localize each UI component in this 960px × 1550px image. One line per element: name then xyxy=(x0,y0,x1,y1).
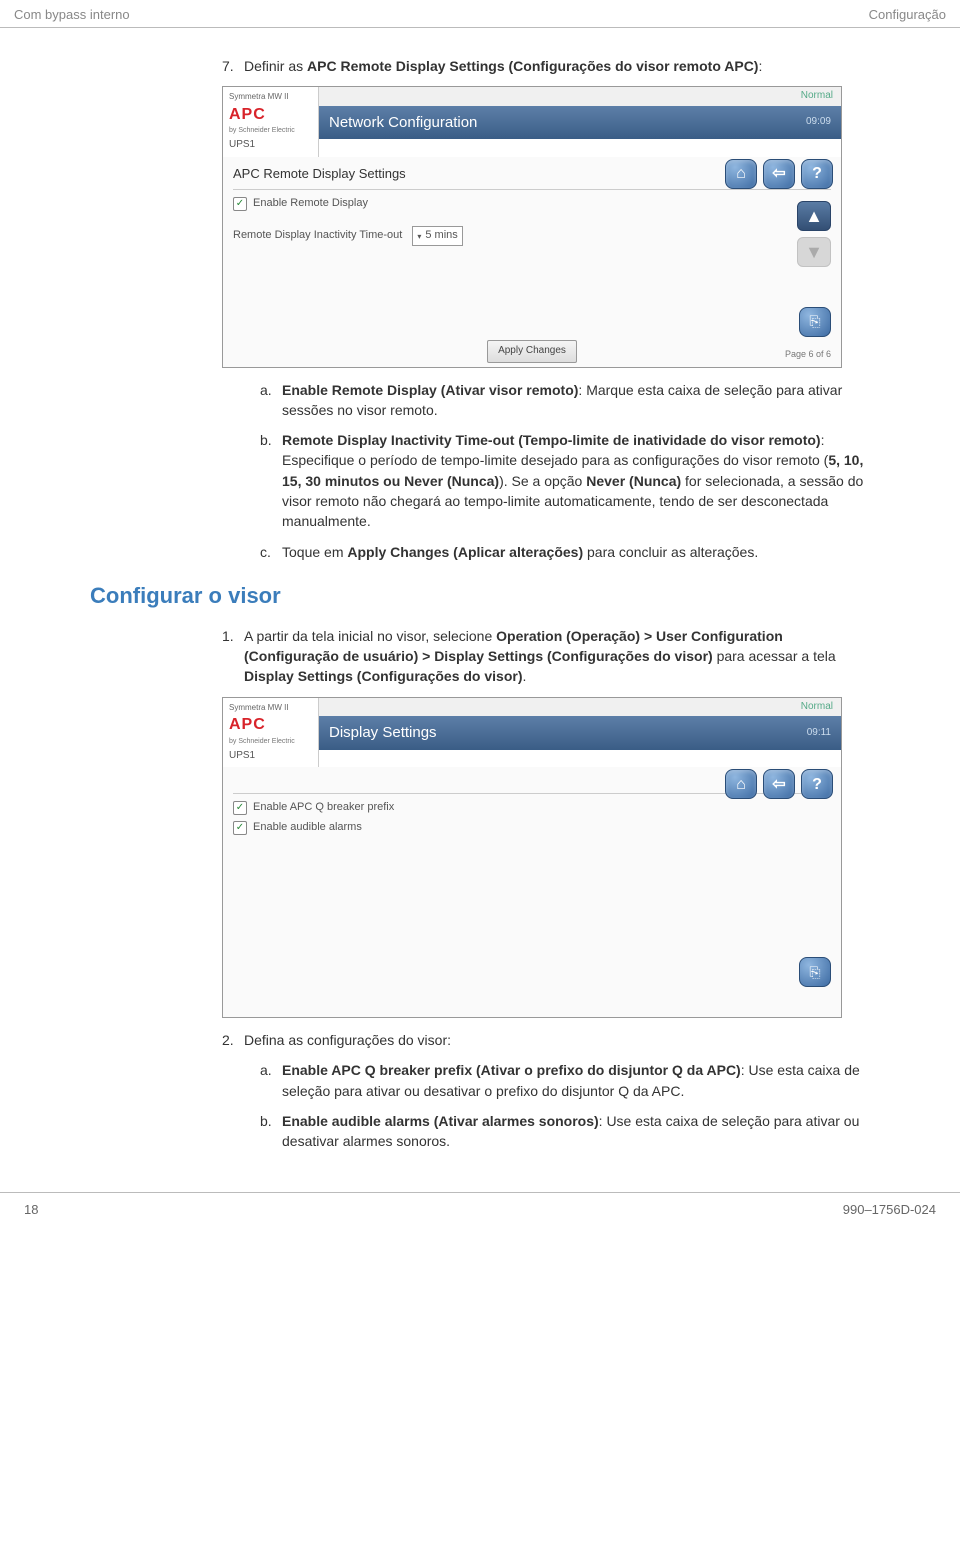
scroll-up-icon[interactable]: ▲ xyxy=(797,201,831,231)
footer-doc-id: 990–1756D-024 xyxy=(843,1201,936,1220)
screenshot-network-config: Symmetra MW II APC by Schneider Electric… xyxy=(222,86,842,367)
ss2-time: 09:11 xyxy=(807,726,831,741)
sub-c: c. Toque em Apply Changes (Aplicar alter… xyxy=(260,542,870,562)
section-heading-configurar: Configurar o visor xyxy=(90,580,870,612)
step7-bold: APC Remote Display Settings (Configuraçõ… xyxy=(307,58,758,74)
sub-b-bold3: Never (Nunca) xyxy=(586,473,681,489)
header-right: Configuração xyxy=(869,6,946,25)
sub2-b-marker: b. xyxy=(260,1111,282,1152)
ss1-ups: UPS1 xyxy=(229,138,312,153)
ss2-brand-top: Symmetra MW II xyxy=(229,702,312,714)
sub2-b-bold: Enable audible alarms (Ativar alarmes so… xyxy=(282,1113,599,1129)
footer-page-number: 18 xyxy=(24,1201,38,1220)
ss1-logo: Symmetra MW II APC by Schneider Electric… xyxy=(223,87,319,156)
home-icon[interactable]: ⌂ xyxy=(725,159,757,189)
ss2-brand-sub: by Schneider Electric xyxy=(229,737,312,747)
home-icon-2[interactable]: ⌂ xyxy=(725,769,757,799)
help-icon-2[interactable]: ? xyxy=(801,769,833,799)
apc-logo: APC xyxy=(229,103,312,126)
sub-b: b. Remote Display Inactivity Time-out (T… xyxy=(260,430,870,531)
step1-mid: para acessar a tela xyxy=(713,648,836,664)
step-7: 7. Definir as APC Remote Display Setting… xyxy=(222,56,870,76)
ss1-brand-top: Symmetra MW II xyxy=(229,91,312,103)
sub-c-marker: c. xyxy=(260,542,282,562)
sub-a-bold: Enable Remote Display (Ativar visor remo… xyxy=(282,382,578,398)
sub-c-pre: Toque em xyxy=(282,544,347,560)
header-left: Com bypass interno xyxy=(14,6,130,25)
enable-remote-display-label: Enable Remote Display xyxy=(253,196,368,212)
sub2-b: b. Enable audible alarms (Ativar alarmes… xyxy=(260,1111,870,1152)
apply-changes-button[interactable]: Apply Changes xyxy=(487,340,577,363)
marker-7: 7. xyxy=(222,56,244,76)
sub-c-bold: Apply Changes (Aplicar alterações) xyxy=(347,544,583,560)
enable-audible-alarms-checkbox[interactable]: ✓ xyxy=(233,821,247,835)
enable-q-breaker-checkbox[interactable]: ✓ xyxy=(233,801,247,815)
ss2-ups: UPS1 xyxy=(229,749,312,764)
ss1-title: Network Configuration xyxy=(329,112,477,134)
step1-bold2: Display Settings (Configurações do visor… xyxy=(244,668,523,684)
page-footer: 18 990–1756D-024 xyxy=(0,1192,960,1232)
apc-logo-2: APC xyxy=(229,713,312,736)
exit-icon[interactable]: ⎘ xyxy=(799,307,831,337)
step1-marker: 1. xyxy=(222,626,244,687)
ss1-time: 09:09 xyxy=(806,115,831,130)
sub-c-post: para concluir as alterações. xyxy=(583,544,758,560)
enable-audible-alarms-label: Enable audible alarms xyxy=(253,820,362,836)
chevron-down-icon: ▾ xyxy=(417,231,421,243)
ss2-title: Display Settings xyxy=(329,722,437,744)
sub2-a-bold: Enable APC Q breaker prefix (Ativar o pr… xyxy=(282,1062,741,1078)
scroll-down-icon: ▼ xyxy=(797,237,831,267)
sub-b-marker: b. xyxy=(260,430,282,531)
back-icon-2[interactable]: ⇦ xyxy=(763,769,795,799)
exit-icon-2[interactable]: ⎘ xyxy=(799,957,831,987)
ss1-brand-sub: by Schneider Electric xyxy=(229,126,312,136)
ss2-status: Normal xyxy=(801,700,833,715)
timeout-dropdown[interactable]: ▾ 5 mins xyxy=(412,226,462,246)
back-icon[interactable]: ⇦ xyxy=(763,159,795,189)
sub-a-marker: a. xyxy=(260,380,282,421)
help-icon[interactable]: ? xyxy=(801,159,833,189)
sub-a: a. Enable Remote Display (Ativar visor r… xyxy=(260,380,870,421)
enable-remote-display-checkbox[interactable]: ✓ xyxy=(233,197,247,211)
sub-b-bold: Remote Display Inactivity Time-out (Temp… xyxy=(282,432,821,448)
step1-post: . xyxy=(523,668,527,684)
step-7-text: Definir as APC Remote Display Settings (… xyxy=(244,56,870,76)
ss1-status: Normal xyxy=(801,89,833,104)
step7-pre: Definir as xyxy=(244,58,307,74)
enable-q-breaker-label: Enable APC Q breaker prefix xyxy=(253,800,394,816)
step7-post: : xyxy=(758,58,762,74)
screenshot-display-settings: Symmetra MW II APC by Schneider Electric… xyxy=(222,697,842,1018)
sub2-a: a. Enable APC Q breaker prefix (Ativar o… xyxy=(260,1060,870,1101)
step1-pre: A partir da tela inicial no visor, selec… xyxy=(244,628,496,644)
step-1: 1. A partir da tela inicial no visor, se… xyxy=(222,626,870,687)
timeout-value: 5 mins xyxy=(425,228,457,244)
ss2-logo: Symmetra MW II APC by Schneider Electric… xyxy=(223,698,319,767)
page-header: Com bypass interno Configuração xyxy=(0,0,960,28)
sub-b-text2: ). Se a opção xyxy=(499,473,586,489)
step2-marker: 2. xyxy=(222,1030,244,1050)
sub2-a-marker: a. xyxy=(260,1060,282,1101)
step2-text: Defina as configurações do visor: xyxy=(244,1030,870,1050)
timeout-label: Remote Display Inactivity Time-out xyxy=(233,228,402,244)
ss1-page-indicator: Page 6 of 6 xyxy=(785,348,831,361)
step-2: 2. Defina as configurações do visor: xyxy=(222,1030,870,1050)
